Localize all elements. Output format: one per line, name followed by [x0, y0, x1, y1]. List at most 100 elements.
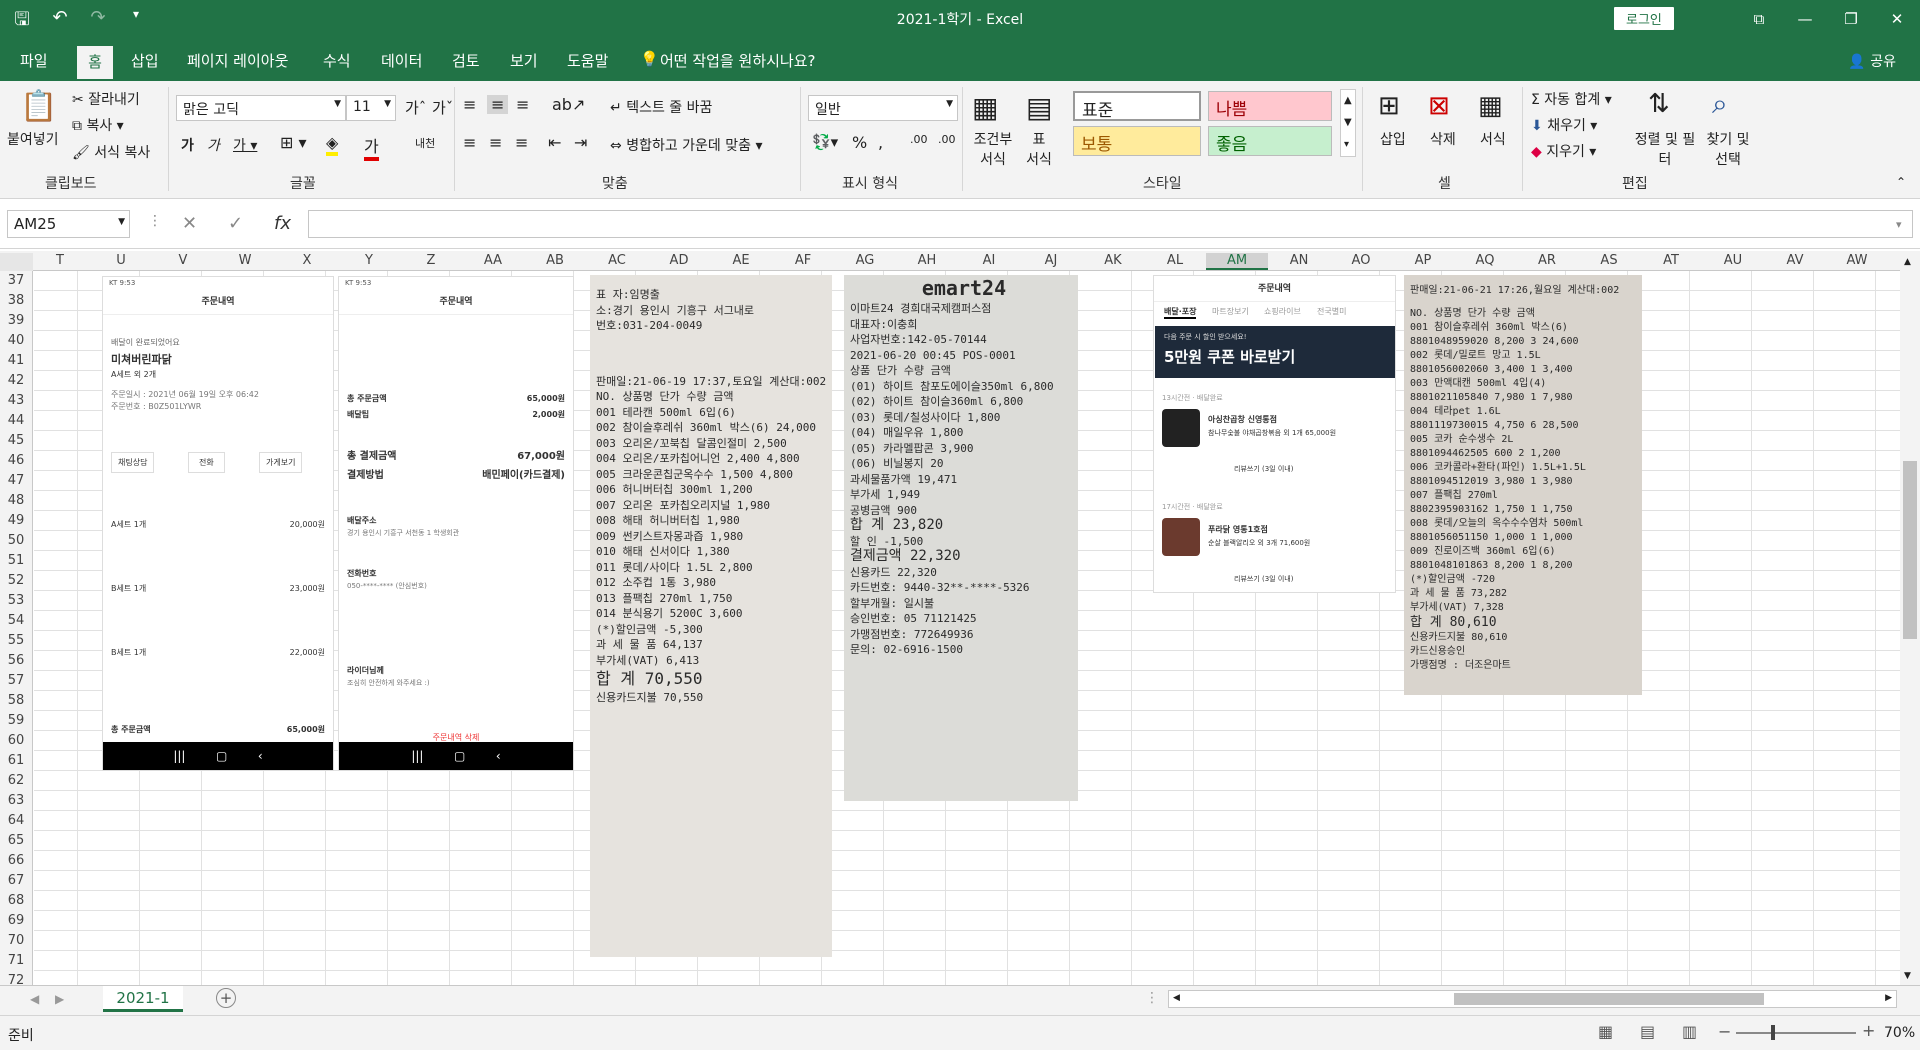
zoom-out-icon[interactable]: −	[1718, 1022, 1731, 1041]
row-header[interactable]: 37	[0, 273, 32, 288]
find-select-button[interactable]: 찾기 및 선택	[1698, 129, 1758, 169]
row-header[interactable]: 66	[0, 853, 32, 868]
row-header[interactable]: 60	[0, 733, 32, 748]
scroll-down-icon[interactable]: ▼	[1904, 971, 1911, 981]
next-sheet-icon[interactable]: ▶	[55, 992, 64, 1006]
decrease-indent-icon[interactable]: ⇤	[548, 133, 561, 152]
number-format-select[interactable]: 일반 ▼	[808, 95, 958, 121]
row-header[interactable]: 50	[0, 533, 32, 548]
comma-icon[interactable]: ,	[878, 133, 883, 152]
table-format-icon[interactable]: ▤	[1026, 91, 1052, 124]
row-header[interactable]: 44	[0, 413, 32, 428]
zoom-slider[interactable]	[1736, 1032, 1856, 1034]
row-header[interactable]: 54	[0, 613, 32, 628]
format-cells-button[interactable]: 서식	[1480, 129, 1506, 149]
page-layout-icon[interactable]: ▤	[1640, 1022, 1655, 1041]
format-cells-icon[interactable]: ▦	[1478, 91, 1503, 121]
paste-button[interactable]: 붙여넣기	[7, 129, 59, 149]
row-header[interactable]: 41	[0, 353, 32, 368]
zoom-slider-thumb[interactable]	[1771, 1025, 1775, 1040]
style-neutral[interactable]: 보통	[1073, 126, 1201, 156]
col-header[interactable]: AK	[1082, 253, 1144, 268]
paste-icon[interactable]: 📋	[20, 89, 57, 124]
col-header[interactable]: X	[276, 253, 338, 268]
autosum-button[interactable]: Σ 자동 합계 ▾	[1531, 89, 1612, 109]
name-box[interactable]: AM25 ▼	[7, 210, 130, 238]
scroll-thumb[interactable]	[1903, 461, 1917, 639]
tab-home[interactable]: 홈	[77, 46, 113, 81]
share-button[interactable]: 👤 공유	[1848, 51, 1896, 71]
col-header[interactable]: AJ	[1020, 253, 1082, 268]
col-header[interactable]: W	[214, 253, 276, 268]
col-header[interactable]: AH	[896, 253, 958, 268]
row-header[interactable]: 71	[0, 953, 32, 968]
tab-help[interactable]: 도움말	[567, 50, 608, 71]
prev-sheet-icon[interactable]: ◀	[30, 992, 39, 1006]
col-header[interactable]: AD	[648, 253, 710, 268]
col-header[interactable]: AW	[1826, 253, 1888, 268]
row-header[interactable]: 45	[0, 433, 32, 448]
insert-cells-icon[interactable]: ⊞	[1378, 91, 1400, 121]
split-handle-icon[interactable]: ⋮	[1145, 990, 1159, 1006]
row-header[interactable]: 61	[0, 753, 32, 768]
col-header[interactable]: AR	[1516, 253, 1578, 268]
conditional-format-button[interactable]: 조건부 서식	[968, 129, 1018, 169]
horizontal-scrollbar[interactable]: ◀ ▶	[1168, 990, 1897, 1008]
currency-icon[interactable]: 💱▾	[812, 133, 838, 151]
col-header[interactable]: AQ	[1454, 253, 1516, 268]
col-header[interactable]: AT	[1640, 253, 1702, 268]
align-middle-icon[interactable]: ≡	[487, 95, 509, 114]
h-scroll-thumb[interactable]	[1454, 993, 1764, 1005]
row-header[interactable]: 68	[0, 893, 32, 908]
cut-button[interactable]: ✂ 잘라내기	[72, 89, 140, 109]
row-header[interactable]: 56	[0, 653, 32, 668]
table-format-button[interactable]: 표 서식	[1024, 129, 1054, 169]
tab-review[interactable]: 검토	[452, 50, 480, 71]
cancel-icon[interactable]: ✕	[182, 213, 197, 234]
fill-color-icon[interactable]: ◈	[326, 133, 339, 156]
row-header[interactable]: 39	[0, 313, 32, 328]
zoom-level[interactable]: 70%	[1884, 1025, 1915, 1041]
restore-icon[interactable]: ❐	[1828, 0, 1874, 38]
row-header[interactable]: 47	[0, 473, 32, 488]
format-painter-button[interactable]: 🖌 서식 복사	[72, 142, 150, 162]
row-header[interactable]: 48	[0, 493, 32, 508]
col-header[interactable]: AN	[1268, 253, 1330, 268]
border-icon[interactable]: ⊞ ▾	[280, 133, 307, 152]
tab-insert[interactable]: 삽입	[131, 50, 159, 71]
col-header[interactable]: AL	[1144, 253, 1206, 268]
scroll-up-icon[interactable]: ▲	[1904, 257, 1911, 267]
style-bad[interactable]: 나쁨	[1208, 91, 1332, 121]
row-header[interactable]: 65	[0, 833, 32, 848]
ribbon-display-icon[interactable]: ⧉	[1736, 0, 1782, 38]
clear-button[interactable]: ◆ 지우기 ▾	[1531, 141, 1596, 161]
scroll-left-icon[interactable]: ◀	[1173, 993, 1180, 1003]
expand-formula-icon[interactable]: ▾	[1896, 218, 1902, 231]
zoom-in-icon[interactable]: +	[1862, 1021, 1875, 1040]
col-header[interactable]: U	[90, 253, 152, 268]
align-right-icon[interactable]: ≡	[515, 133, 528, 152]
align-top-icon[interactable]: ≡	[463, 95, 476, 114]
col-header[interactable]: Z	[400, 253, 462, 268]
italic-icon[interactable]: 가	[207, 135, 220, 155]
col-header[interactable]: AP	[1392, 253, 1454, 268]
fill-button[interactable]: ⬇ 채우기 ▾	[1531, 115, 1597, 135]
col-header[interactable]: Y	[338, 253, 400, 268]
col-header[interactable]: V	[152, 253, 214, 268]
collapse-ribbon-icon[interactable]: ⌃	[1896, 175, 1906, 189]
close-icon[interactable]: ✕	[1874, 0, 1920, 38]
row-header[interactable]: 57	[0, 673, 32, 688]
row-header[interactable]: 52	[0, 573, 32, 588]
col-header[interactable]: AA	[462, 253, 524, 268]
sheet-tab[interactable]: 2021-1	[103, 986, 183, 1012]
col-header[interactable]: AS	[1578, 253, 1640, 268]
grow-font-icon[interactable]: 가ˆ	[405, 97, 426, 118]
tab-formulas[interactable]: 수식	[323, 50, 351, 71]
wrap-text-button[interactable]: ↵ 텍스트 줄 바꿈	[610, 97, 712, 117]
phonetic-icon[interactable]: 내천	[415, 135, 435, 151]
minimize-icon[interactable]: —	[1782, 0, 1828, 38]
copy-button[interactable]: ⧉ 복사 ▾	[72, 115, 124, 135]
enter-icon[interactable]: ✓	[228, 213, 243, 234]
col-header[interactable]: T	[34, 253, 86, 268]
col-header[interactable]: AU	[1702, 253, 1764, 268]
